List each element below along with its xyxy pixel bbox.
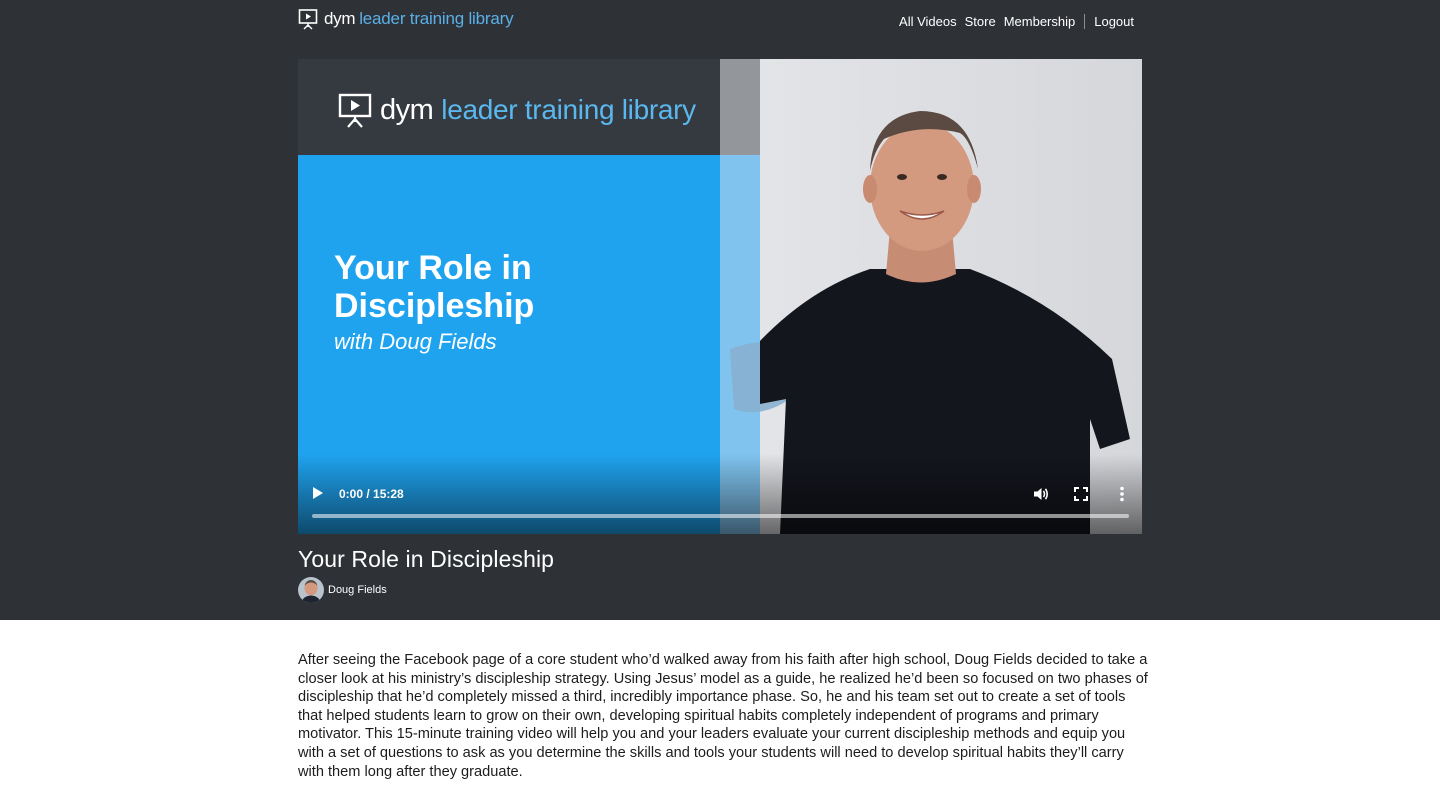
progress-bar[interactable] xyxy=(312,514,1129,518)
logo-library-text: leader training library xyxy=(359,9,514,28)
play-icon[interactable] xyxy=(310,485,326,501)
page-title: Your Role in Discipleship xyxy=(298,546,555,572)
main-nav: All Videos Store Membership Logout xyxy=(891,12,1134,30)
controls-overlay xyxy=(298,454,1142,534)
volume-icon[interactable] xyxy=(1032,485,1050,503)
nav-membership[interactable]: Membership xyxy=(1004,14,1076,29)
video-slide-title-line2: Discipleship xyxy=(334,287,535,325)
video-description: After seeing the Facebook page of a core… xyxy=(298,652,1148,780)
nav-divider xyxy=(1084,13,1086,29)
fullscreen-icon[interactable] xyxy=(1073,486,1089,502)
author-name[interactable]: Doug Fields xyxy=(328,584,387,596)
nav-all-videos[interactable]: All Videos xyxy=(899,14,957,29)
avatar[interactable] xyxy=(298,577,324,603)
nav-store[interactable]: Store xyxy=(965,14,996,29)
video-slide-subtitle: with Doug Fields xyxy=(334,329,497,354)
author-byline: Doug Fields xyxy=(298,577,387,603)
presentation-logo-icon xyxy=(298,9,318,30)
presentation-logo-icon xyxy=(338,93,372,128)
more-vertical-icon[interactable] xyxy=(1114,485,1130,503)
site-logo[interactable]: dym leader training library xyxy=(298,8,514,30)
video-logo-library: leader training library xyxy=(441,94,696,125)
video-slide-title-line1: Your Role in xyxy=(334,249,532,287)
video-logo-dym: dym xyxy=(380,93,434,126)
logout-link[interactable]: Logout xyxy=(1094,14,1134,29)
video-player[interactable]: dym leader training library Your Role in… xyxy=(298,59,1142,534)
video-time: 0:00 / 15:28 xyxy=(339,487,404,501)
video-slide-logo: dym leader training library xyxy=(338,92,696,128)
video-slide-title: Your Role in Discipleship xyxy=(334,249,534,325)
top-navigation: dym leader training library All Videos S… xyxy=(298,8,1142,34)
logo-dym-text: dym xyxy=(324,9,356,28)
